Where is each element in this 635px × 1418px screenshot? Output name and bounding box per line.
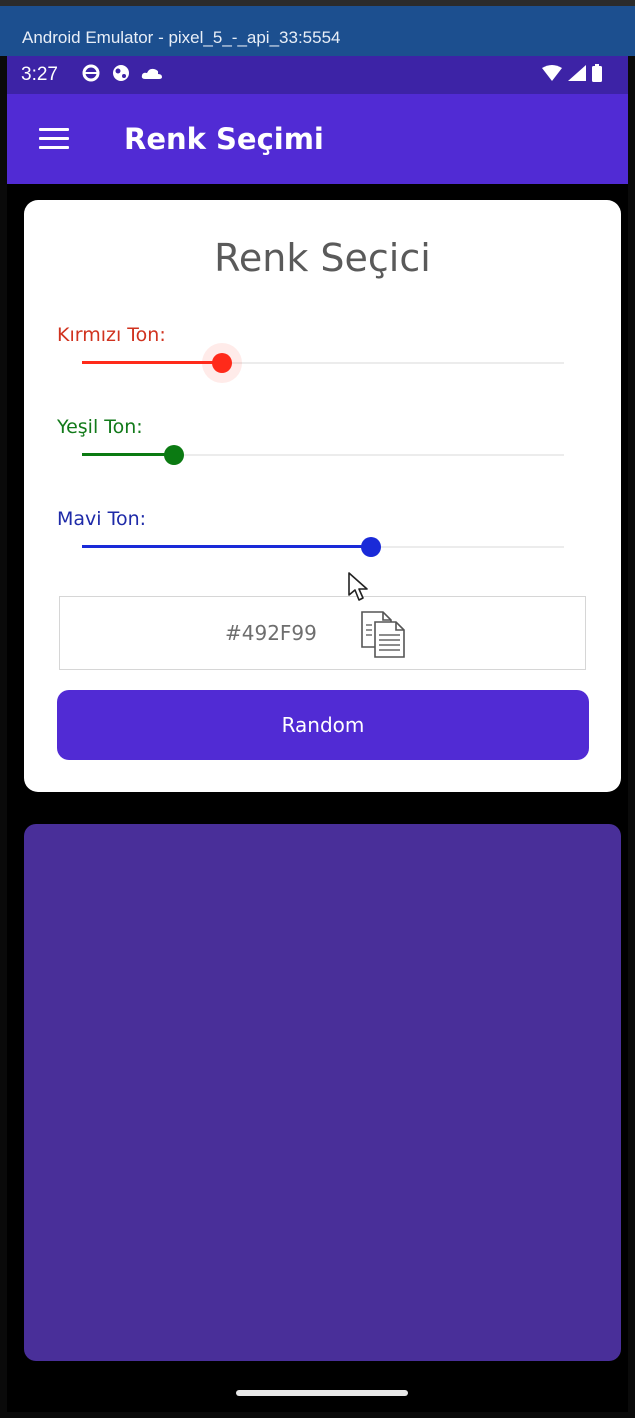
settings-gear-icon: [82, 64, 100, 82]
hex-value-text: #492F99: [225, 621, 317, 645]
emulator-window-title: Android Emulator - pixel_5_-_api_33:5554: [0, 0, 635, 56]
wifi-icon: [542, 65, 562, 81]
color-picker-card: Renk Seçici Kırmızı Ton: Yeşil Ton: Mavi…: [24, 200, 621, 792]
blue-slider[interactable]: [82, 537, 564, 557]
status-notification-icons: [81, 63, 163, 83]
red-slider-label: Kırmızı Ton:: [57, 324, 166, 346]
hex-value-box: #492F99: [59, 596, 586, 670]
red-slider[interactable]: [82, 343, 564, 383]
color-preview-panel: [24, 824, 621, 1361]
red-slider-thumb[interactable]: [211, 353, 232, 373]
green-slider-label: Yeşil Ton:: [57, 416, 143, 438]
status-time: 3:27: [21, 64, 58, 85]
green-slider[interactable]: [82, 445, 564, 465]
blue-slider-thumb[interactable]: [361, 537, 382, 557]
app-bar: Renk Seçimi: [7, 94, 628, 184]
status-system-icons: [542, 64, 602, 82]
phone-screen: 3:27 Renk Seçimi Renk Seçici Kırmızı Ton…: [7, 56, 628, 1412]
hamburger-menu-icon[interactable]: [39, 128, 69, 150]
mouse-cursor-icon: [348, 572, 368, 601]
gesture-nav-handle[interactable]: [236, 1390, 408, 1396]
signal-icon: [568, 65, 586, 81]
card-title: Renk Seçici: [214, 236, 431, 280]
copy-clipboard-icon[interactable]: [359, 609, 409, 659]
status-bar: 3:27: [7, 56, 628, 94]
network-globe-icon: [113, 65, 129, 81]
battery-icon: [592, 64, 602, 82]
cloud-icon: [141, 68, 162, 79]
blue-slider-label: Mavi Ton:: [57, 508, 147, 530]
random-button[interactable]: Random: [57, 690, 589, 760]
page-title: Renk Seçimi: [124, 122, 324, 156]
green-slider-thumb[interactable]: [163, 445, 184, 465]
